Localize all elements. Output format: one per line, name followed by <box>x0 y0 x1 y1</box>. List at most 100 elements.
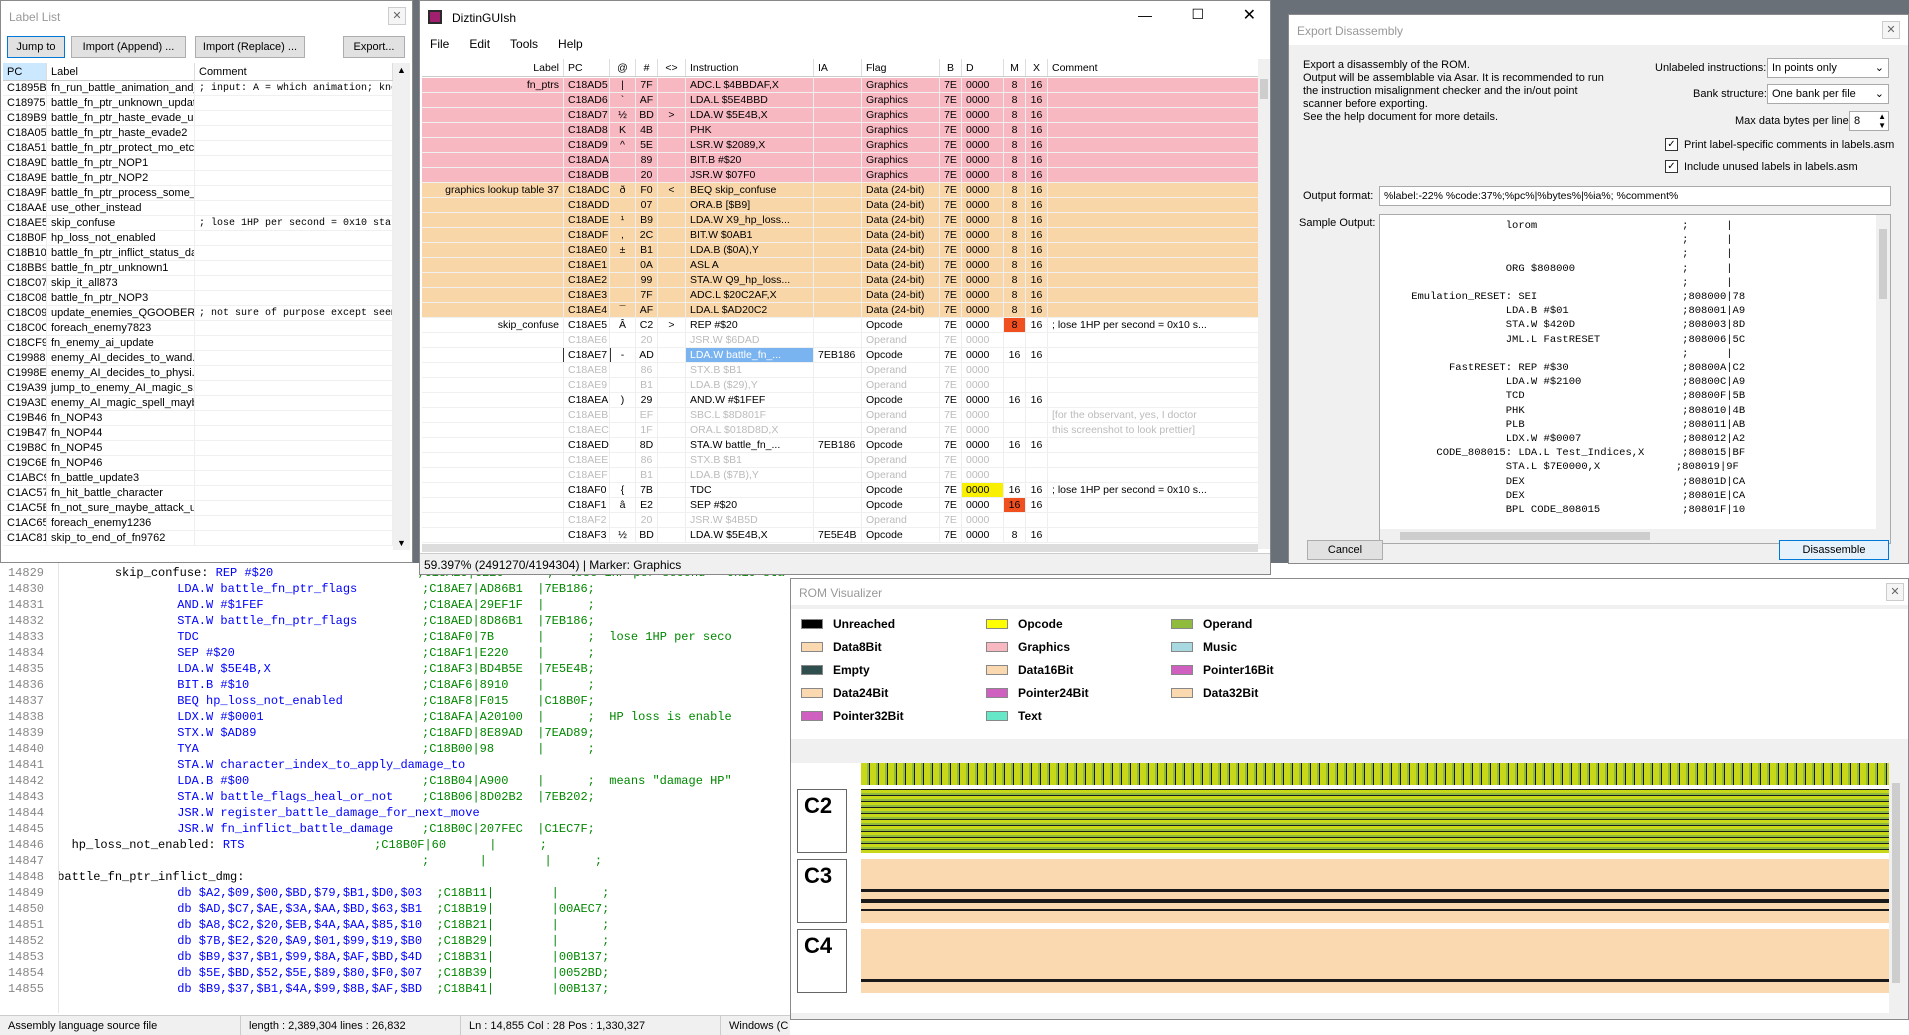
grid-cell[interactable] <box>1004 513 1026 527</box>
grid-cell[interactable]: B1 <box>636 378 658 392</box>
grid-cell[interactable] <box>1048 348 1260 362</box>
grid-cell[interactable]: BEQ skip_confuse <box>686 183 814 197</box>
grid-cell[interactable]: AND.W #$1FEF <box>686 393 814 407</box>
table-row[interactable]: C1AC65 foreach_enemy1236 <box>3 516 393 531</box>
editor-line[interactable]: 14844 JSR.W register_battle_damage_for_n… <box>6 805 786 821</box>
grid-row[interactable]: C18ADF, 2C BIT.W $0AB1 Data (24-bit) 7E 0000 8… <box>422 228 1260 243</box>
col-pc[interactable]: PC <box>3 63 47 80</box>
row-label[interactable]: battle_fn_ptr_unknown1 <box>47 261 195 275</box>
row-label[interactable]: skip_to_end_of_fn9762 <box>47 531 195 545</box>
grid-cell[interactable] <box>1048 498 1260 512</box>
grid-cell[interactable] <box>1048 138 1260 152</box>
grid-cell[interactable] <box>1048 213 1260 227</box>
grid-cell[interactable]: ½ <box>610 108 636 122</box>
col-header[interactable]: IA <box>814 59 862 76</box>
grid-row[interactable]: C18ADB 20 JSR.W $07F0 Graphics 7E 0000 8 16 <box>422 168 1260 183</box>
row-comment[interactable] <box>195 96 393 110</box>
grid-cell[interactable] <box>1026 513 1048 527</box>
grid-cell[interactable]: C18AED <box>564 438 610 452</box>
row-label[interactable]: battle_fn_ptr_haste_evade2 <box>47 126 195 140</box>
grid-cell[interactable]: 99 <box>636 273 658 287</box>
grid-cell[interactable]: 0000 <box>962 468 1004 482</box>
grid-cell[interactable] <box>422 498 564 512</box>
grid-cell[interactable]: 16 <box>1026 348 1048 362</box>
grid-row[interactable]: C18AE1 0A ASL A Data (24-bit) 7E 0000 8 16 <box>422 258 1260 273</box>
row-pc[interactable]: C18A9D <box>3 156 47 170</box>
grid-cell[interactable]: 0000 <box>962 258 1004 272</box>
grid-cell[interactable] <box>814 258 862 272</box>
grid-cell[interactable]: 7EB186 <box>814 348 862 362</box>
cancel-button[interactable]: Cancel <box>1307 540 1383 560</box>
grid-cell[interactable] <box>814 303 862 317</box>
grid-cell[interactable]: 0000 <box>962 123 1004 137</box>
row-label[interactable]: jump_to_enemy_AI_magic_s... <box>47 381 195 395</box>
grid-cell[interactable] <box>610 513 636 527</box>
grid-cell[interactable]: 7E <box>940 513 962 527</box>
grid-cell[interactable]: C18AE2 <box>564 273 610 287</box>
grid-cell[interactable]: ¯ <box>610 303 636 317</box>
row-pc[interactable]: C19C6E <box>3 456 47 470</box>
grid-cell[interactable]: 7E <box>940 528 962 542</box>
grid-cell[interactable]: ^ <box>610 138 636 152</box>
grid-cell[interactable]: C18AE7 <box>563 348 611 362</box>
grid-row[interactable]: C18ADE ¹ B9 LDA.W X9_hp_loss... Data (24-bit… <box>422 213 1260 228</box>
grid-cell[interactable]: 8 <box>1004 303 1026 317</box>
grid-cell[interactable]: { <box>610 483 636 497</box>
row-comment[interactable] <box>195 336 393 350</box>
grid-cell[interactable]: 07 <box>636 198 658 212</box>
row-label[interactable]: battle_fn_ptr_haste_evade_up... <box>47 111 195 125</box>
grid-cell[interactable]: 0000 <box>962 303 1004 317</box>
grid-cell[interactable]: 7E <box>940 318 962 332</box>
grid-cell[interactable]: 7E <box>940 453 962 467</box>
grid-cell[interactable]: BD <box>636 108 658 122</box>
row-comment[interactable]: ; not sure of purpose except seem <box>195 306 393 320</box>
grid-row[interactable]: C18AD9 ^ 5E LSR.W $2089,X Graphics 7E 0000 8 16 <box>422 138 1260 153</box>
grid-cell[interactable] <box>422 288 564 302</box>
row-label[interactable]: battle_fn_ptr_NOP3 <box>47 291 195 305</box>
grid-row[interactable]: C18AED 8D STA.W battle_fn_... 7EB186 Opcode 7… <box>422 438 1260 453</box>
grid-cell[interactable]: 89 <box>636 153 658 167</box>
grid-cell[interactable]: 0000 <box>962 153 1004 167</box>
grid-cell[interactable]: 7E <box>940 228 962 242</box>
grid-cell[interactable]: Graphics <box>862 153 940 167</box>
row-comment[interactable]: ; input: A = which animation; knc <box>195 81 393 95</box>
row-pc[interactable]: C189B9 <box>3 111 47 125</box>
grid-cell[interactable]: 0000 <box>962 273 1004 287</box>
grid-cell[interactable]: C18AEE <box>564 453 610 467</box>
grid-cell[interactable]: 8 <box>1004 78 1026 92</box>
row-label[interactable]: battle_fn_ptr_unknown_update1 <box>47 96 195 110</box>
grid-cell[interactable]: SBC.L $8D801F <box>686 408 814 422</box>
grid-cell[interactable]: 7EB186 <box>814 438 862 452</box>
editor-line[interactable]: 14841 STA.W character_index_to_apply_dam… <box>6 757 786 773</box>
grid-cell[interactable]: LDA.W X9_hp_loss... <box>686 213 814 227</box>
grid-cell[interactable] <box>610 363 636 377</box>
row-label[interactable]: enemy_AI_decides_to_wand... <box>47 351 195 365</box>
grid-cell[interactable]: K <box>610 123 636 137</box>
row-label[interactable]: foreach_enemy1236 <box>47 516 195 530</box>
row-comment[interactable] <box>195 156 393 170</box>
grid-cell[interactable]: C18AE5 <box>564 318 610 332</box>
editor-line[interactable]: 14854 db $5E,$BD,$52,$5E,$89,$80,$F0,$07… <box>6 965 786 981</box>
grid-cell[interactable]: 7E <box>940 378 962 392</box>
grid-cell[interactable]: Operand <box>862 378 940 392</box>
grid-row[interactable]: C18AEB EF SBC.L $8D801F Operand 7E 0000 [for t… <box>422 408 1260 423</box>
grid-cell[interactable]: Operand <box>862 363 940 377</box>
grid-cell[interactable] <box>422 108 564 122</box>
grid-cell[interactable]: > <box>658 108 686 122</box>
table-row[interactable]: C18AE5 skip_confuse; lose 1HP per second … <box>3 216 393 231</box>
grid-cell[interactable]: 8 <box>1004 168 1026 182</box>
grid-cell[interactable] <box>658 213 686 227</box>
editor-content[interactable]: 14829 skip_confuse: REP #$20 ;C18AE5|C22… <box>6 565 786 1015</box>
col-header[interactable]: Label <box>422 59 564 76</box>
grid-cell[interactable] <box>610 258 636 272</box>
grid-cell[interactable]: 20 <box>636 333 658 347</box>
row-label[interactable]: foreach_enemy7823 <box>47 321 195 335</box>
row-pc[interactable]: C18A51 <box>3 141 47 155</box>
editor-line[interactable]: 14833 TDC ;C18AF0|7B | ; lose 1HP per se… <box>6 629 786 645</box>
grid-cell[interactable]: C18AE3 <box>564 288 610 302</box>
grid-cell[interactable]: ; lose 1HP per second = 0x10 s... <box>1048 483 1260 497</box>
grid-cell[interactable]: C18AD6 <box>564 93 610 107</box>
grid-cell[interactable]: BIT.B #$20 <box>686 153 814 167</box>
row-comment[interactable] <box>195 201 393 215</box>
jump-to-button[interactable]: Jump to <box>7 36 65 58</box>
